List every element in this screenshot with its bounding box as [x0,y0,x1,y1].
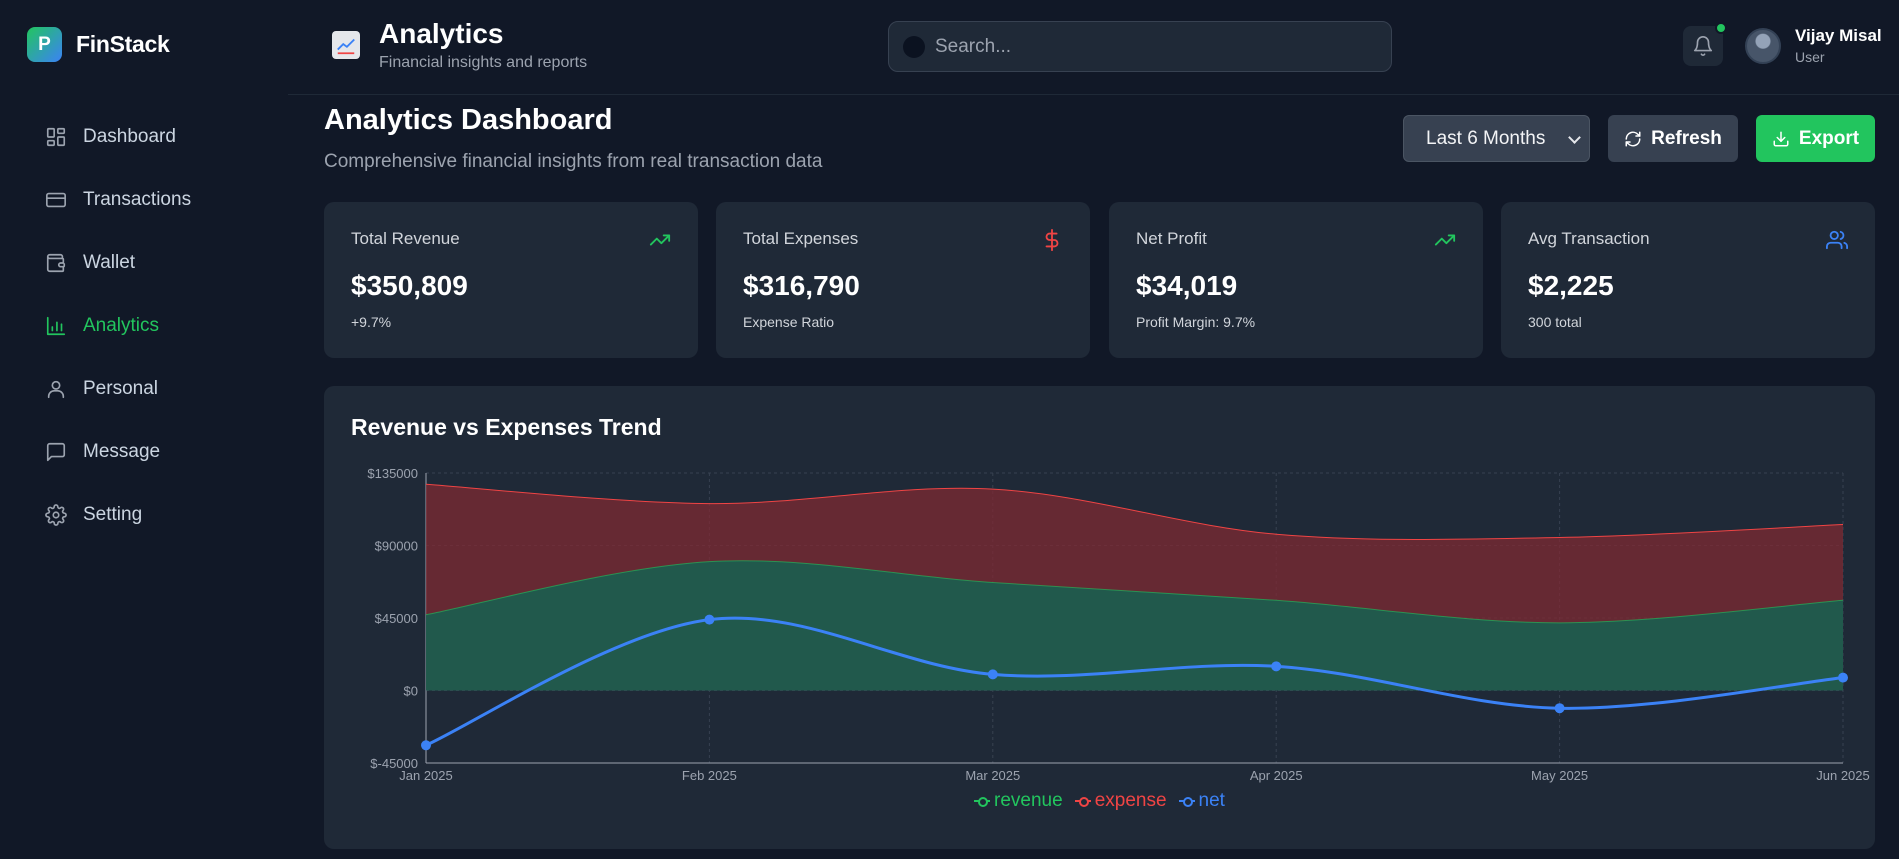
user-name[interactable]: Vijay Misal [1795,26,1882,46]
export-button[interactable]: Export [1756,115,1875,162]
net-point [421,740,431,751]
stat-card-net-profit: Net Profit $34,019 Profit Margin: 9.7% [1109,202,1483,358]
page-subtitle: Comprehensive financial insights from re… [324,151,823,172]
page-header-title: Analytics [379,18,504,49]
stat-card-expenses: Total Expenses $316,790 Expense Ratio [716,202,1090,358]
legend-item-net[interactable]: net [1178,790,1225,812]
legend-marker [1178,796,1195,807]
dollar-icon [1045,229,1059,251]
sidebar-item-personal[interactable]: Personal [27,357,277,420]
chevron-down-icon [1568,131,1581,144]
users-icon [1826,230,1848,250]
sidebar-item-label: Personal [83,377,158,399]
refresh-icon [1625,131,1641,146]
net-point [987,669,998,680]
legend-label: net [1198,790,1225,811]
legend-label: revenue [994,790,1063,811]
sidebar-item-wallet[interactable]: Wallet [27,231,277,294]
period-select[interactable]: Last 6 Months [1403,115,1590,162]
sidebar-item-dashboard[interactable]: Dashboard [27,105,277,168]
stat-note: 300 total [1528,314,1582,330]
sidebar-item-label: Setting [83,503,143,525]
stat-label: Total Revenue [351,229,460,248]
net-point [1554,703,1565,714]
y-tick-label: $90000 [375,539,418,554]
period-select-value: Last 6 Months [1426,127,1546,149]
brand-logo: P [27,27,62,62]
stat-card-avg-transaction: Avg Transaction $2,225 300 total [1501,202,1875,358]
analytics-chart-icon [332,31,360,59]
legend-item-expense[interactable]: expense [1074,790,1167,812]
x-tick-label: Jan 2025 [399,768,453,783]
x-tick-label: Mar 2025 [965,768,1020,783]
sidebar-item-message[interactable]: Message [27,420,277,483]
net-point [1838,672,1848,683]
wallet-icon [46,253,66,272]
trending-up-icon [1434,234,1456,246]
stat-label: Total Expenses [743,229,859,248]
sidebar-item-setting[interactable]: Setting [27,483,277,546]
bar-chart-icon [46,316,66,335]
stat-value: $2,225 [1528,270,1614,301]
y-tick-label: $0 [404,684,418,699]
stat-note: Profit Margin: 9.7% [1136,314,1256,330]
sidebar-item-label: Message [83,440,161,462]
page-header-subtitle: Financial insights and reports [379,54,588,71]
revenue-expenses-chart: $135000$90000$45000$0$-45000Jan 2025 Feb … [367,466,1870,783]
net-point [1271,661,1282,672]
stat-label: Avg Transaction [1528,229,1650,248]
notification-button[interactable] [1683,22,1727,66]
stat-note: +9.7% [351,314,392,330]
legend-label: expense [1094,790,1167,811]
chart-panel: $135000 $90000 $45000 $0 $-45000 Jan 2025 Feb … [324,386,1875,849]
x-tick-label: May 2025 [1531,768,1588,783]
brand[interactable]: P FinStack [27,27,170,62]
stat-card-revenue: Total Revenue $350,809 +9.7% [324,202,698,358]
search-box[interactable] [888,21,1392,72]
legend-marker [1074,796,1091,807]
legend-marker [974,796,991,807]
chart-legend: revenue expense net [324,790,1875,812]
brand-name: FinStack [76,31,170,57]
x-tick-label: Jun 2025 [1816,768,1870,783]
search-input[interactable] [935,35,1355,58]
x-tick-label: Feb 2025 [682,768,737,783]
export-label: Export [1798,127,1860,149]
stat-label: Net Profit [1136,229,1207,248]
sidebar-item-label: Wallet [83,251,136,273]
card-icon [46,192,66,207]
trending-up-icon [649,234,671,246]
sidebar-item-transactions[interactable]: Transactions [27,168,277,231]
dashboard-icon [46,127,66,146]
x-tick-label: Apr 2025 [1250,768,1303,783]
download-icon [1773,131,1789,146]
chart-title: Revenue vs Expenses Trend [351,414,662,440]
refresh-label: Refresh [1651,127,1722,149]
stat-value: $316,790 [743,270,860,301]
y-tick-label: $45000 [375,611,418,626]
top-header: Analytics Financial insights and reports… [288,0,1899,95]
sidebar-nav: Dashboard Transactions Wallet Analytics … [27,105,277,546]
y-tick-label: $135000 [367,466,418,481]
stat-value: $34,019 [1136,270,1238,301]
sidebar: P FinStack Dashboard Transactions Wallet… [0,0,288,859]
message-icon [46,442,66,461]
sidebar-item-analytics[interactable]: Analytics [27,294,277,357]
notification-dot [1715,22,1727,34]
gear-icon [45,503,67,526]
bell-icon [1693,36,1713,56]
search-icon [903,35,925,58]
sidebar-item-label: Analytics [83,314,160,336]
net-point [704,614,715,625]
sidebar-item-label: Dashboard [83,125,176,147]
user-role: User [1795,49,1825,65]
sidebar-item-label: Transactions [83,188,192,210]
refresh-button[interactable]: Refresh [1608,115,1738,162]
avatar[interactable] [1745,28,1781,64]
user-icon [47,380,65,398]
legend-item-revenue[interactable]: revenue [974,790,1063,812]
page-title: Analytics Dashboard [324,104,613,136]
stat-value: $350,809 [351,270,468,301]
stat-note: Expense Ratio [743,314,835,330]
